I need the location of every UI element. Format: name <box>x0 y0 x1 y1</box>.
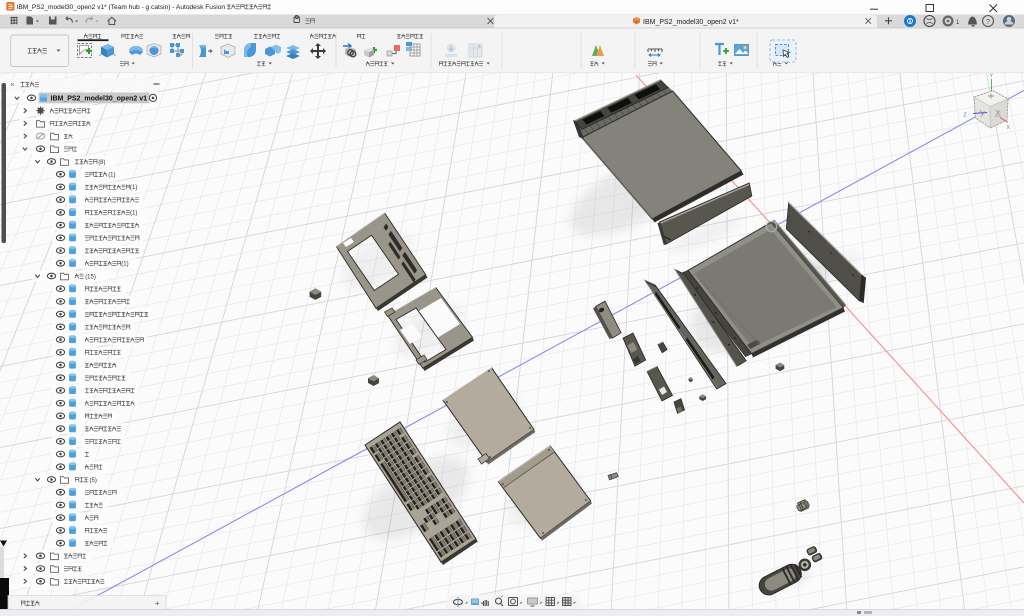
svg-text:+: + <box>155 599 160 608</box>
svg-text:(15): (15) <box>85 274 96 280</box>
svg-text:Z: Z <box>964 113 967 119</box>
svg-text:IBM_PS2_model30_open2 v1* (Tea: IBM_PS2_model30_open2 v1* (Team hub - g … <box>17 4 226 11</box>
svg-text:(1): (1) <box>121 262 128 268</box>
svg-text:(1): (1) <box>130 211 137 217</box>
svg-text:(8): (8) <box>98 160 105 166</box>
svg-text:«: « <box>11 82 15 89</box>
svg-text:?: ? <box>986 19 990 26</box>
svg-text:(1): (1) <box>130 185 137 191</box>
svg-text:IBM_PS2_model30_open2 v1*: IBM_PS2_model30_open2 v1* <box>643 19 739 26</box>
svg-text:(5): (5) <box>90 478 97 484</box>
svg-text:Y: Y <box>990 74 994 80</box>
svg-text:IBM_PS2_model30_open2 v1: IBM_PS2_model30_open2 v1 <box>51 96 148 103</box>
svg-text:X: X <box>1007 125 1011 131</box>
svg-text:(1): (1) <box>108 173 115 179</box>
